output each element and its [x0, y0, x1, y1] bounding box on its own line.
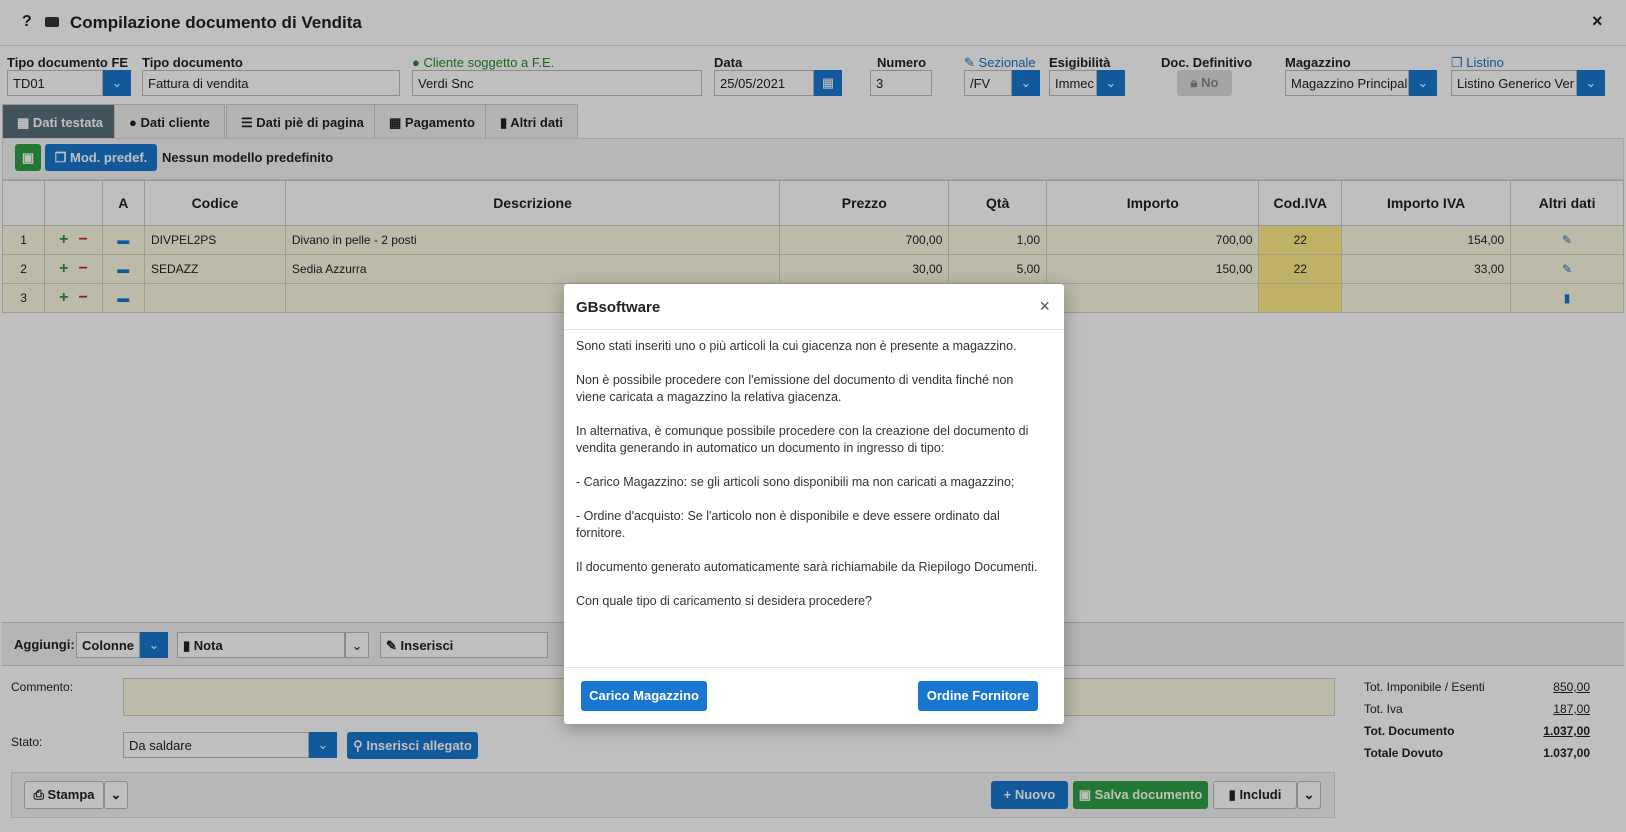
dialog-title: GBsoftware	[576, 299, 661, 316]
dialog-paragraph: In alternativa, è comunque possibile pro…	[576, 424, 1029, 455]
dialog-paragraph: Con quale tipo di caricamento si desider…	[576, 594, 873, 608]
dialog-paragraph: - Ordine d'acquisto: Se l'articolo non è…	[576, 509, 1000, 540]
dialog-body: Sono stati inseriti uno o più articoli l…	[576, 338, 1046, 627]
ordine-fornitore-button[interactable]: Ordine Fornitore	[918, 681, 1038, 711]
dialog-paragraph: - Carico Magazzino: se gli articoli sono…	[576, 475, 1015, 489]
dialog-paragraph: Non è possibile procedere con l'emission…	[576, 373, 1014, 404]
gbsoftware-dialog: GBsoftware × Sono stati inseriti uno o p…	[564, 284, 1064, 724]
dialog-footer: Carico Magazzino Ordine Fornitore	[564, 667, 1064, 724]
dialog-paragraph: Sono stati inseriti uno o più articoli l…	[576, 339, 1017, 353]
dialog-header: GBsoftware ×	[564, 284, 1064, 330]
carico-magazzino-button[interactable]: Carico Magazzino	[581, 681, 707, 711]
close-icon[interactable]: ×	[1039, 296, 1050, 317]
dialog-paragraph: Il documento generato automaticamente sa…	[576, 560, 1038, 574]
